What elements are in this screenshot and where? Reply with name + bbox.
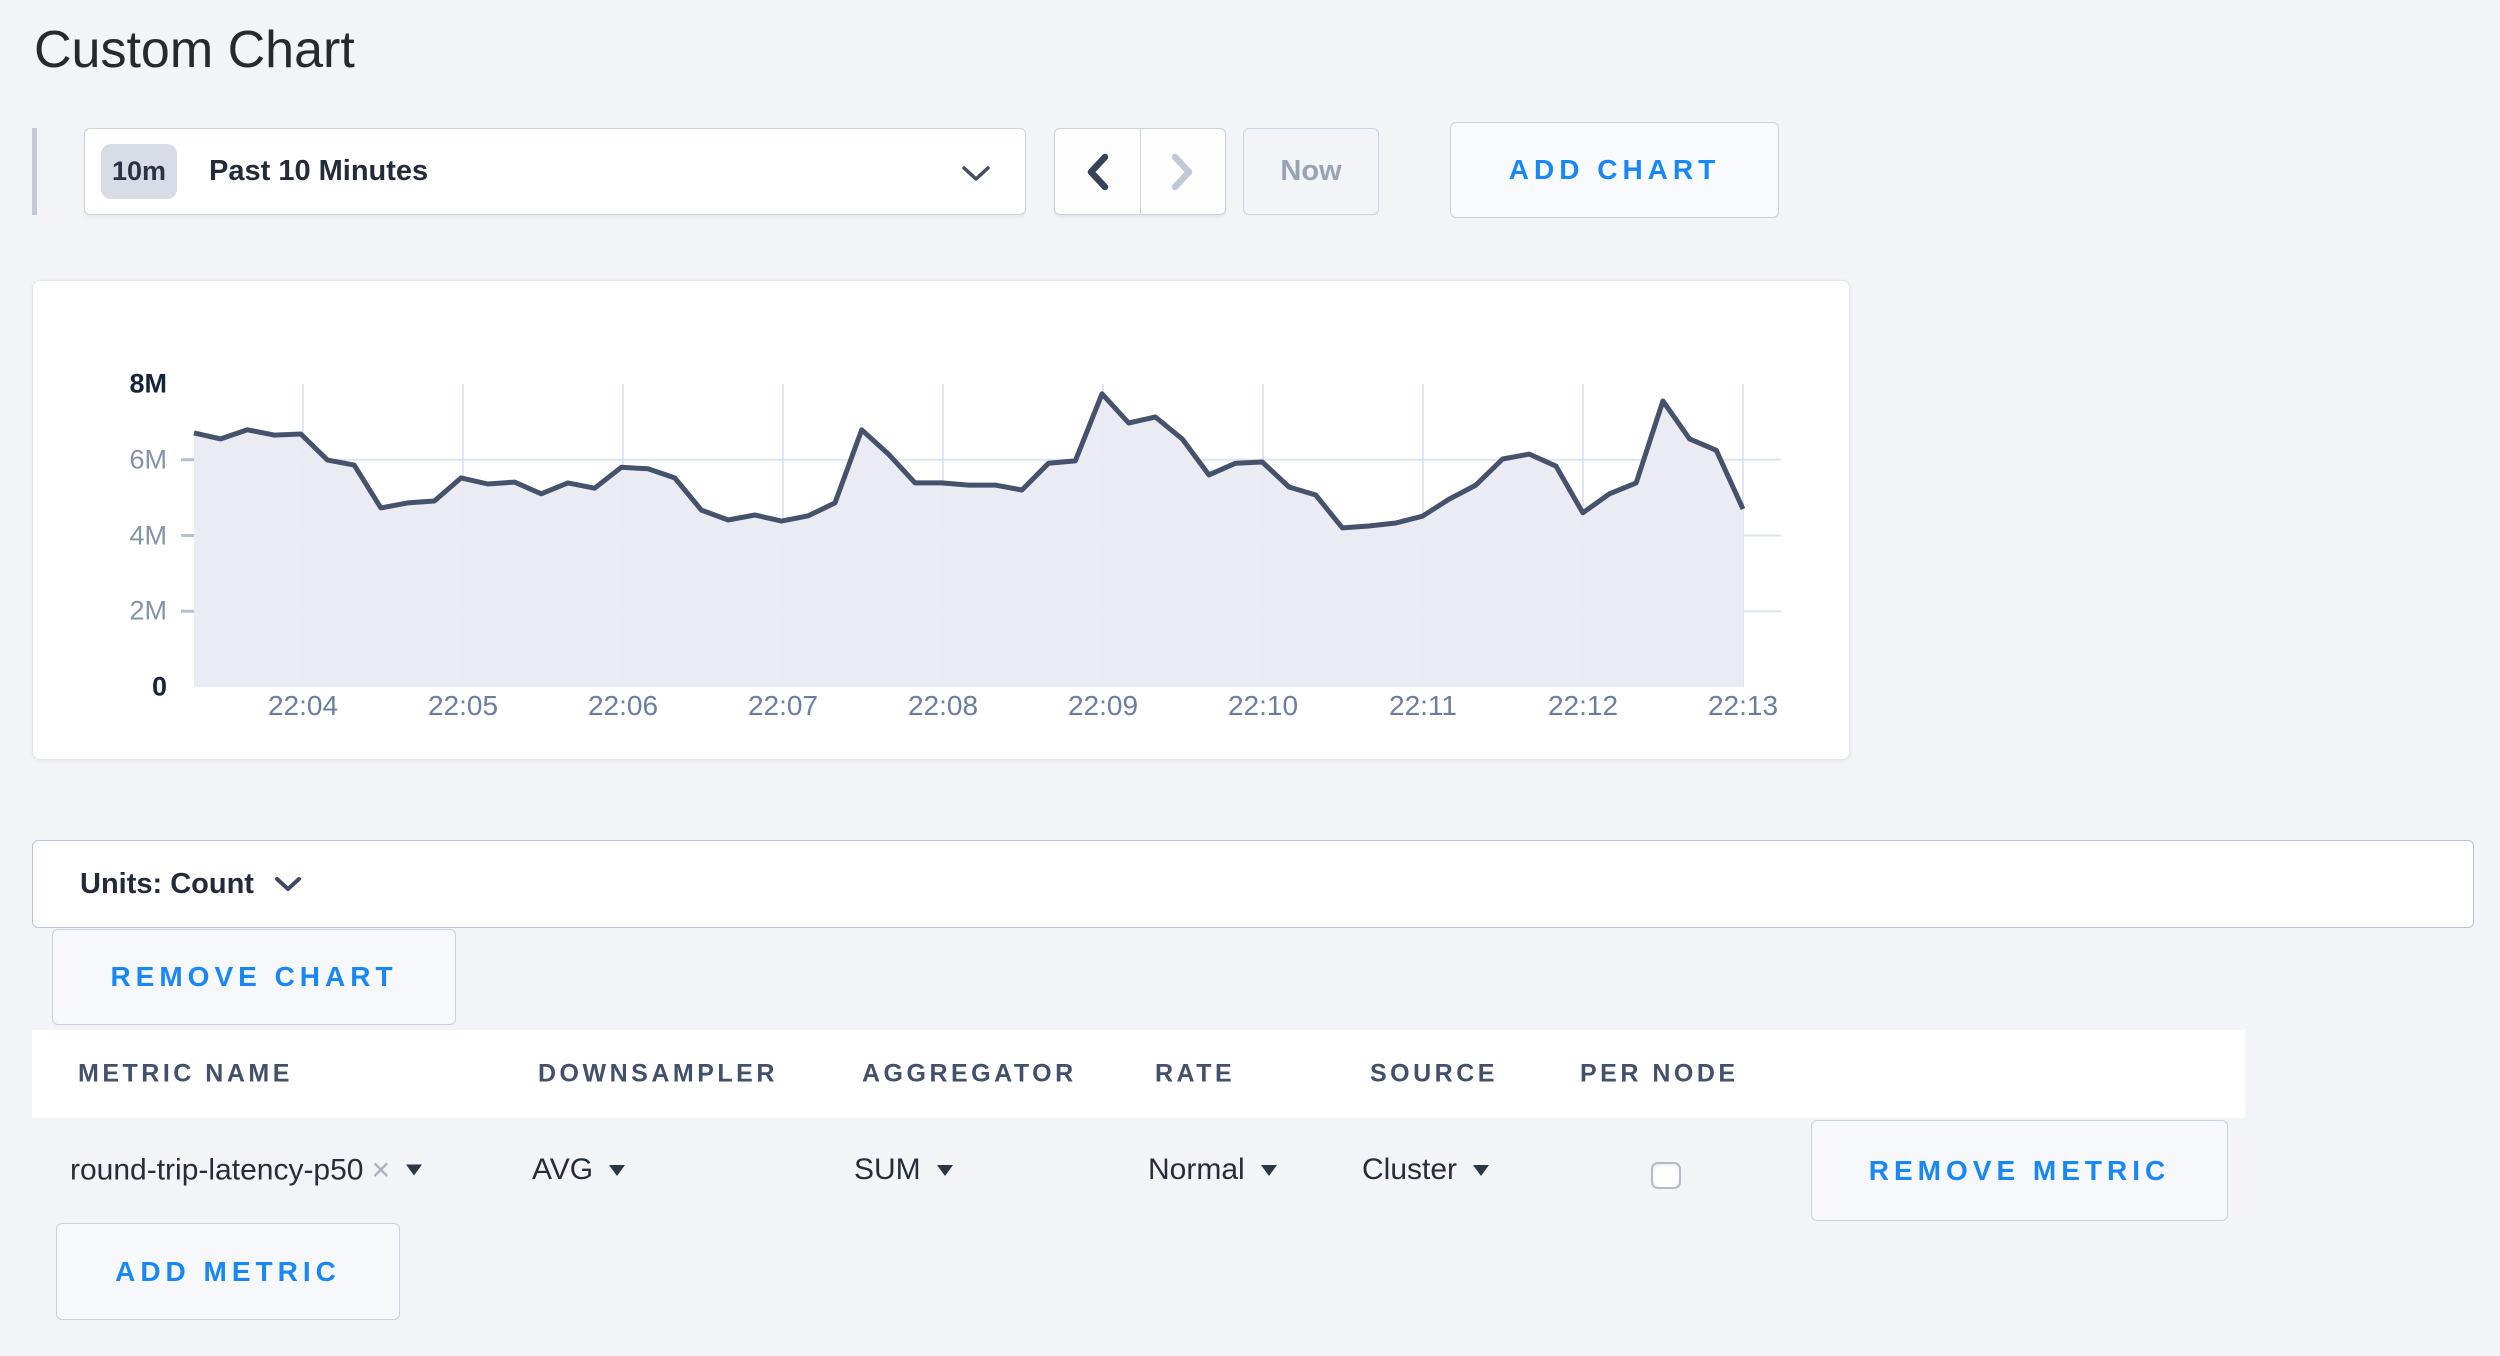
y-axis-tick-label: 2M (43, 596, 167, 627)
y-axis-tick-label: 0 (43, 672, 167, 703)
chart-card: 8M 6M 4M 2M 0 22:04 22:05 22:06 22:07 22:08 22:09… (32, 280, 1850, 760)
chevron-down-icon (961, 165, 991, 182)
time-nav-group (1054, 128, 1226, 215)
next-timewindow-button[interactable] (1141, 129, 1226, 214)
remove-chart-button[interactable]: REMOVE CHART (52, 929, 456, 1025)
units-label: Units: Count (80, 868, 254, 901)
clear-metric-icon[interactable]: × (371, 1152, 390, 1189)
chevron-down-icon (274, 876, 302, 892)
downsampler-select[interactable]: AVG (532, 1153, 625, 1187)
x-axis-tick-label: 22:08 (908, 690, 978, 722)
downsampler-value: AVG (532, 1153, 593, 1187)
time-range-label: Past 10 Minutes (209, 155, 428, 188)
x-axis-tick-label: 22:12 (1548, 690, 1618, 722)
column-header-rate: RATE (1155, 1060, 1235, 1089)
column-header-per-node: PER NODE (1580, 1060, 1739, 1089)
add-chart-button[interactable]: ADD CHART (1450, 122, 1779, 218)
source-select[interactable]: Cluster (1362, 1153, 1489, 1187)
add-metric-button[interactable]: ADD METRIC (56, 1223, 400, 1320)
x-axis-tick-label: 22:13 (1708, 690, 1778, 722)
y-axis-tick-label: 4M (43, 520, 167, 551)
y-axis-tick-label: 8M (43, 369, 167, 400)
column-header-metric-name: METRIC NAME (78, 1060, 293, 1089)
aggregator-select[interactable]: SUM (854, 1153, 953, 1187)
y-axis-tick-label: 6M (43, 444, 167, 475)
x-axis-tick-label: 22:07 (748, 690, 818, 722)
chart-plot-svg (181, 384, 1781, 687)
source-value: Cluster (1362, 1153, 1457, 1187)
x-axis-tick-label: 22:04 (268, 690, 338, 722)
time-range-badge: 10m (101, 144, 177, 199)
time-range-accent-bar (32, 128, 37, 215)
x-axis-tick-label: 22:06 (588, 690, 658, 722)
time-range-select[interactable]: 10m Past 10 Minutes (84, 128, 1026, 215)
column-header-source: SOURCE (1370, 1060, 1498, 1089)
page-title: Custom Chart (34, 20, 355, 80)
x-axis-tick-label: 22:10 (1228, 690, 1298, 722)
metric-name-value: round-trip-latency-p50 (70, 1153, 363, 1187)
triangle-down-icon (609, 1165, 625, 1176)
x-axis-tick-label: 22:09 (1068, 690, 1138, 722)
triangle-down-icon (937, 1165, 953, 1176)
chevron-left-icon (1085, 153, 1109, 191)
now-button[interactable]: Now (1243, 128, 1379, 215)
triangle-down-icon (1473, 1165, 1489, 1176)
metric-name-select[interactable]: round-trip-latency-p50 × (70, 1152, 422, 1189)
prev-timewindow-button[interactable] (1055, 129, 1140, 214)
metrics-table-header: METRIC NAME DOWNSAMPLER AGGREGATOR RATE … (32, 1030, 2245, 1118)
per-node-checkbox[interactable] (1651, 1162, 1681, 1189)
chevron-right-icon (1171, 153, 1195, 191)
triangle-down-icon (1261, 1165, 1277, 1176)
column-header-downsampler: DOWNSAMPLER (538, 1060, 778, 1089)
x-axis-tick-label: 22:11 (1389, 690, 1457, 722)
x-axis-tick-label: 22:05 (428, 690, 498, 722)
aggregator-value: SUM (854, 1153, 921, 1187)
units-select[interactable]: Units: Count (32, 840, 2474, 928)
rate-value: Normal (1148, 1153, 1245, 1187)
triangle-down-icon (406, 1165, 422, 1176)
remove-metric-button[interactable]: REMOVE METRIC (1811, 1120, 2228, 1221)
rate-select[interactable]: Normal (1148, 1153, 1277, 1187)
column-header-aggregator: AGGREGATOR (862, 1060, 1077, 1089)
